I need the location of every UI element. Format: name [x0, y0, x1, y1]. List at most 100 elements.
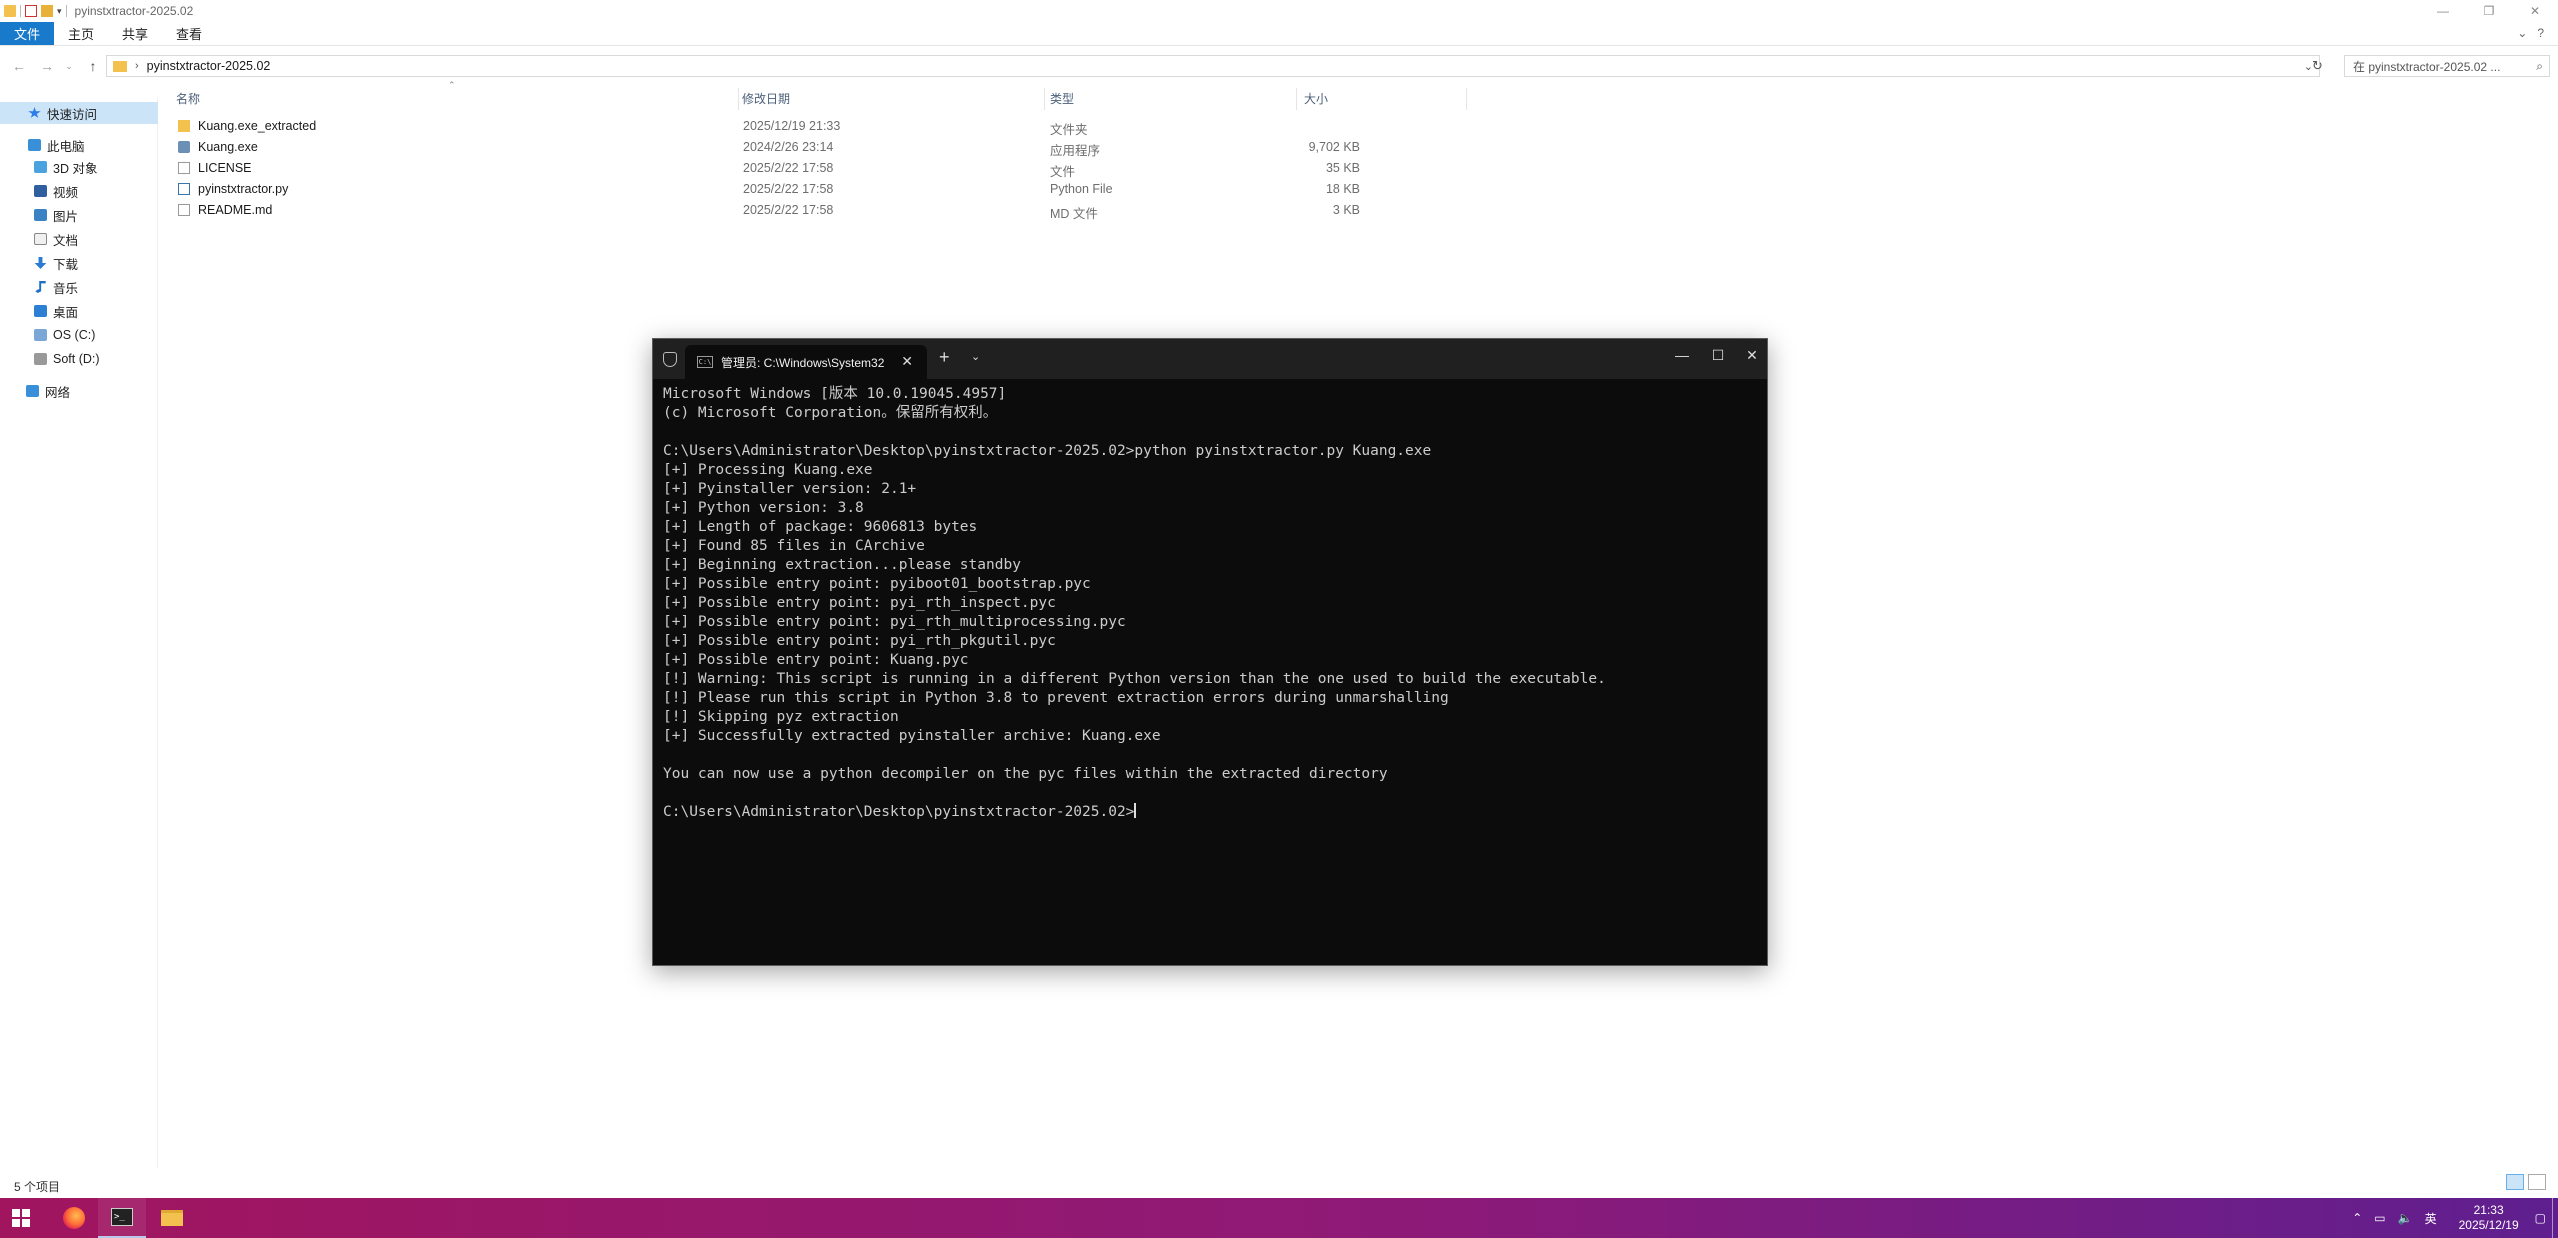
sidebar-item-label: 视频: [53, 185, 79, 200]
sidebar-item-desktop[interactable]: 桌面: [0, 300, 158, 322]
notification-icon[interactable]: ▢: [2535, 1211, 2546, 1225]
tab-file[interactable]: 文件: [0, 22, 55, 45]
search-icon[interactable]: ⌕: [2536, 59, 2543, 74]
terminal-output[interactable]: Microsoft Windows [版本 10.0.19045.4957] (c…: [663, 385, 1753, 822]
search-input[interactable]: 在 pyinstxtractor-2025.02 ... ⌕: [2344, 55, 2550, 77]
ribbon-right-controls: ⌄ ?: [2517, 26, 2544, 40]
sidebar-item-music[interactable]: 音乐: [0, 276, 158, 298]
title-bar: ▾ pyinstxtractor-2025.02 — ❐ ✕: [0, 0, 2558, 22]
sidebar-item-quick-access[interactable]: 快速访问: [0, 102, 158, 124]
prompt-text: C:\Users\Administrator\Desktop\pyinstxtr…: [663, 804, 1135, 820]
sidebar-item-documents[interactable]: 文档: [0, 228, 158, 250]
file-row[interactable]: Kuang.exe 2024/2/26 23:14 应用程序 9,702 KB: [172, 137, 1472, 158]
taskbar-terminal[interactable]: >_: [98, 1198, 146, 1238]
terminal-prompt[interactable]: C:\Users\Administrator\Desktop\pyinstxtr…: [663, 803, 1753, 822]
new-folder-icon[interactable]: [41, 5, 53, 17]
sidebar-item-drive-c[interactable]: OS (C:): [0, 324, 158, 346]
help-icon[interactable]: ?: [2537, 26, 2544, 40]
details-view-icon[interactable]: [2506, 1174, 2524, 1190]
terminal-tab[interactable]: C:\ 管理员: C:\Windows\System32 ✕: [685, 345, 927, 379]
sidebar-item-label: 下载: [53, 257, 79, 272]
chevron-right-icon[interactable]: ›: [135, 60, 139, 72]
ribbon-tabs: 文件 主页 共享 查看 ⌄ ?: [0, 22, 2558, 46]
sidebar-item-pictures[interactable]: 图片: [0, 204, 158, 226]
navigation-pane: 快速访问 此电脑 3D 对象 视频 图片 文档 下载 音乐 桌面 OS (C:)…: [0, 98, 158, 1168]
music-icon: [35, 281, 46, 293]
view-toggle: [2506, 1174, 2546, 1190]
network-icon[interactable]: ▭: [2374, 1211, 2385, 1225]
recent-locations-icon[interactable]: ⌄: [56, 61, 82, 72]
up-arrow-icon[interactable]: ↑: [80, 58, 106, 74]
show-desktop-button[interactable]: [2552, 1198, 2558, 1238]
close-button[interactable]: ✕: [1737, 347, 1767, 364]
terminal-line: [+] Possible entry point: Kuang.pyc: [663, 652, 969, 668]
ime-indicator[interactable]: 英: [2425, 1210, 2437, 1227]
file-row[interactable]: pyinstxtractor.py 2025/2/22 17:58 Python…: [172, 179, 1472, 199]
large-icons-view-icon[interactable]: [2528, 1174, 2546, 1190]
chevron-down-icon[interactable]: ⌄: [971, 350, 980, 363]
new-tab-icon[interactable]: +: [939, 347, 950, 368]
terminal-line: [+] Possible entry point: pyi_rth_multip…: [663, 614, 1126, 630]
sidebar-item-this-pc[interactable]: 此电脑: [0, 134, 158, 156]
taskbar-file-explorer[interactable]: [148, 1198, 196, 1238]
network-icon: [26, 385, 39, 397]
folder-icon[interactable]: [4, 5, 16, 17]
column-divider[interactable]: [1296, 88, 1297, 110]
refresh-icon[interactable]: ↻: [2312, 58, 2323, 74]
divider: [65, 5, 67, 17]
back-arrow-icon[interactable]: ←: [6, 58, 32, 74]
file-row[interactable]: LICENSE 2025/2/22 17:58 文件 35 KB: [172, 158, 1472, 179]
restore-button[interactable]: ❐: [2466, 0, 2512, 22]
tab-home[interactable]: 主页: [54, 22, 108, 45]
sidebar-item-label: 音乐: [53, 281, 79, 296]
file-date: 2025/2/22 17:58: [743, 161, 834, 175]
taskbar-firefox[interactable]: [50, 1198, 98, 1238]
sidebar-item-drive-d[interactable]: Soft (D:): [0, 348, 158, 370]
tab-view[interactable]: 查看: [162, 22, 216, 45]
expand-ribbon-icon[interactable]: ⌄: [2517, 26, 2527, 40]
sidebar-item-network[interactable]: 网络: [0, 380, 158, 402]
terminal-line: [+] Processing Kuang.exe: [663, 462, 873, 478]
3d-objects-icon: [34, 161, 47, 173]
sidebar-item-videos[interactable]: 视频: [0, 180, 158, 202]
column-divider[interactable]: [1044, 88, 1045, 110]
terminal-line: You can now use a python decompiler on t…: [663, 766, 1388, 782]
column-header-size[interactable]: 大小: [1304, 88, 1328, 108]
sidebar-item-label: 桌面: [53, 305, 79, 320]
terminal-line: [+] Successfully extracted pyinstaller a…: [663, 728, 1161, 744]
breadcrumb-current[interactable]: pyinstxtractor-2025.02: [147, 59, 271, 73]
sidebar-item-label: 网络: [45, 385, 71, 400]
column-header-type[interactable]: 类型: [1050, 88, 1074, 108]
sidebar-item-downloads[interactable]: 下载: [0, 252, 158, 274]
tab-share[interactable]: 共享: [108, 22, 162, 45]
minimize-button[interactable]: —: [1667, 347, 1697, 363]
customize-toolbar-icon[interactable]: ▾: [57, 6, 62, 17]
close-button[interactable]: ✕: [2512, 0, 2558, 22]
file-type: 文件: [1050, 165, 1076, 179]
column-divider[interactable]: [738, 88, 739, 110]
minimize-button[interactable]: —: [2420, 0, 2466, 22]
file-date: 2024/2/26 23:14: [743, 140, 834, 154]
properties-icon[interactable]: [25, 5, 37, 17]
close-tab-icon[interactable]: ✕: [901, 353, 913, 370]
file-size: 3 KB: [1332, 203, 1360, 217]
volume-icon[interactable]: 🔈: [2398, 1211, 2413, 1225]
cmd-icon: C:\: [697, 356, 713, 368]
file-row[interactable]: Kuang.exe_extracted 2025/12/19 21:33 文件夹: [172, 116, 1472, 137]
column-divider[interactable]: [1466, 88, 1467, 110]
terminal-window[interactable]: C:\ 管理员: C:\Windows\System32 ✕ + ⌄ — ☐ ✕…: [652, 338, 1768, 966]
windows-start-icon[interactable]: [12, 1209, 30, 1227]
maximize-button[interactable]: ☐: [1703, 347, 1733, 364]
column-header-date[interactable]: 修改日期: [742, 88, 790, 108]
file-row[interactable]: README.md 2025/2/22 17:58 MD 文件 3 KB: [172, 200, 1472, 221]
clock[interactable]: 21:33 2025/12/19: [2443, 1203, 2529, 1233]
file-name: Kuang.exe: [198, 140, 258, 154]
sidebar-item-3d-objects[interactable]: 3D 对象: [0, 156, 158, 178]
status-item-count: 5 个项目: [14, 1180, 61, 1194]
quick-access-toolbar: ▾: [0, 5, 67, 17]
address-bar[interactable]: › pyinstxtractor-2025.02 ⌄: [106, 55, 2320, 77]
chevron-up-icon[interactable]: ⌃: [2352, 1211, 2362, 1225]
column-header-name[interactable]: 名称: [176, 88, 200, 108]
